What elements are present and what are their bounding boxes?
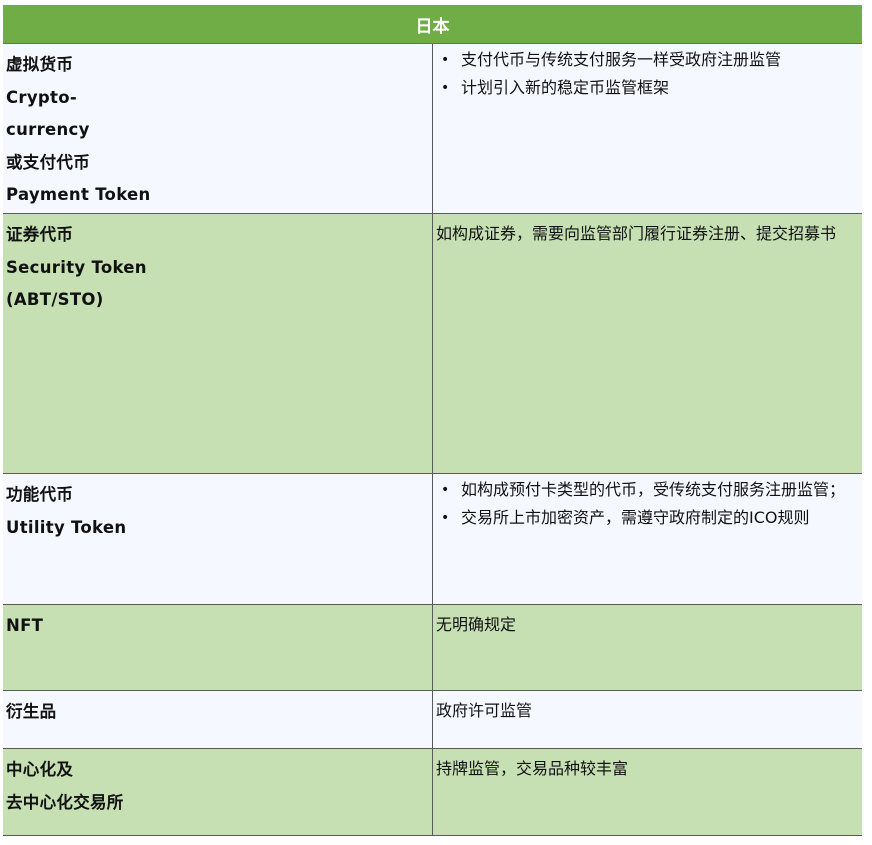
label-line: 功能代币 xyxy=(6,485,74,504)
row-content: • 如构成预付卡类型的代币，受传统支付服务注册监管； • 交易所上市加密资产，需遵守… xyxy=(432,473,862,605)
bullet-item: • 支付代币与传统支付服务一样受政府注册监管 xyxy=(441,46,862,74)
table-header-country: 日本 xyxy=(3,5,862,44)
label-line: NFT xyxy=(6,616,44,635)
bullet-text: 计划引入新的稳定币监管框架 xyxy=(461,78,670,97)
row-label: NFT xyxy=(3,604,433,691)
bullet-text: 支付代币与传统支付服务一样受政府注册监管 xyxy=(461,50,782,69)
row-content: 持牌监管，交易品种较丰富 xyxy=(432,748,862,836)
row-label: 证券代币 Security Token (ABT/STO) xyxy=(3,213,433,474)
bullet-list: • 如构成预付卡类型的代币，受传统支付服务注册监管； • 交易所上市加密资产，需遵守… xyxy=(436,476,862,532)
row-content: 如构成证券，需要向监管部门履行证券注册、提交招募书 xyxy=(432,213,862,474)
label-line: Crypto- xyxy=(6,87,77,107)
bullet-icon: • xyxy=(441,482,450,498)
row-content: 政府许可监管 xyxy=(432,690,862,749)
japan-regulation-table: 日本 虚拟货币 Crypto- currency 或支付代币 Payment T… xyxy=(3,5,862,836)
bullet-text: 交易所上市加密资产，需遵守政府制定的ICO规则 xyxy=(461,508,810,527)
row-label: 中心化及 去中心化交易所 xyxy=(3,748,433,836)
label-line: 虚拟货币 xyxy=(6,55,74,74)
label-line: 去中心化交易所 xyxy=(6,792,124,812)
bullet-item: • 计划引入新的稳定币监管框架 xyxy=(441,74,862,102)
row-label: 虚拟货币 Crypto- currency 或支付代币 Payment Toke… xyxy=(3,43,433,214)
table-row-utility-token: 功能代币 Utility Token • 如构成预付卡类型的代币，受传统支付服务注… xyxy=(3,473,862,605)
label-line: 中心化及 xyxy=(6,760,74,779)
bullet-text: 如构成预付卡类型的代币，受传统支付服务注册监管； xyxy=(461,480,846,499)
table-row-crypto: 虚拟货币 Crypto- currency 或支付代币 Payment Toke… xyxy=(3,43,862,214)
bullet-item: • 如构成预付卡类型的代币，受传统支付服务注册监管； xyxy=(441,476,862,504)
bullet-list: • 支付代币与传统支付服务一样受政府注册监管 • 计划引入新的稳定币监管框架 xyxy=(436,46,862,102)
row-label: 衍生品 xyxy=(3,690,433,749)
bullet-item: • 交易所上市加密资产，需遵守政府制定的ICO规则 xyxy=(441,504,862,532)
table-row-exchanges: 中心化及 去中心化交易所 持牌监管，交易品种较丰富 xyxy=(3,748,862,836)
bullet-icon: • xyxy=(441,80,450,96)
label-line: Utility Token xyxy=(6,517,127,537)
label-line: Security Token xyxy=(6,257,147,277)
label-line: Payment Token xyxy=(6,185,151,204)
label-line: 证券代币 xyxy=(6,225,74,244)
row-content: 无明确规定 xyxy=(432,604,862,691)
table-row-derivatives: 衍生品 政府许可监管 xyxy=(3,690,862,749)
label-line: 衍生品 xyxy=(6,702,57,721)
row-label: 功能代币 Utility Token xyxy=(3,473,433,605)
label-line: (ABT/STO) xyxy=(6,290,104,309)
label-line: 或支付代币 xyxy=(6,152,90,172)
bullet-icon: • xyxy=(441,510,450,526)
row-content: • 支付代币与传统支付服务一样受政府注册监管 • 计划引入新的稳定币监管框架 xyxy=(432,43,862,214)
label-line: currency xyxy=(6,120,90,139)
table-row-nft: NFT 无明确规定 xyxy=(3,604,862,691)
table-row-security-token: 证券代币 Security Token (ABT/STO) 如构成证券，需要向监… xyxy=(3,213,862,474)
bullet-icon: • xyxy=(441,52,450,68)
